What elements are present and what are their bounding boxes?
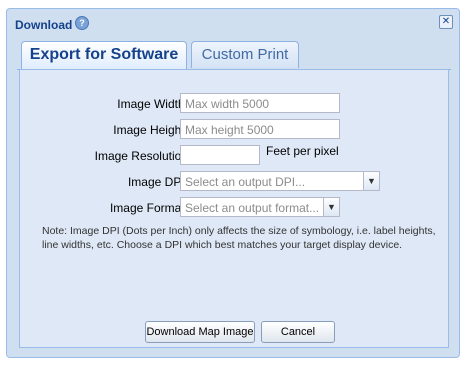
image-format-label: Image Format: — [109, 201, 188, 215]
cancel-button[interactable]: Cancel — [261, 321, 335, 343]
image-height-label: Image Height: — [113, 123, 188, 137]
image-height-input[interactable]: Max height 5000 — [180, 119, 340, 139]
image-resolution-unit: Feet per pixel — [266, 144, 339, 158]
download-dialog: Download ? ✕ Export for Software Custom … — [6, 8, 460, 358]
image-width-label: Image Width: — [117, 97, 188, 111]
image-dpi-select[interactable]: Select an output DPI... ▼ — [180, 171, 380, 191]
tab-custom-print[interactable]: Custom Print — [191, 41, 299, 68]
image-dpi-value: Select an output DPI... — [185, 175, 306, 189]
image-dpi-label: Image DPI: — [127, 175, 188, 189]
chevron-down-icon[interactable]: ▼ — [363, 172, 379, 190]
help-icon[interactable]: ? — [75, 16, 89, 30]
chevron-down-icon[interactable]: ▼ — [323, 198, 339, 216]
image-width-input[interactable]: Max width 5000 — [180, 93, 340, 113]
dialog-title: Download — [15, 18, 73, 32]
image-resolution-label: Image Resolution — [94, 149, 188, 163]
image-format-row: Image Format: Select an output format...… — [20, 197, 450, 219]
image-width-row: Image Width: Max width 5000 — [20, 93, 450, 115]
export-panel: Image Width: Max width 5000 Image Height… — [19, 69, 449, 348]
image-resolution-row: Image Resolution Feet per pixel — [20, 144, 450, 167]
image-dpi-row: Image DPI: Select an output DPI... ▼ — [20, 171, 450, 193]
image-format-select[interactable]: Select an output format... ▼ — [180, 197, 340, 217]
dialog-titlebar[interactable]: Download ? ✕ — [7, 9, 459, 37]
dpi-note: Note: Image DPI (Dots per Inch) only aff… — [42, 225, 436, 251]
tab-export-for-software[interactable]: Export for Software — [21, 41, 187, 70]
image-format-value: Select an output format... — [185, 201, 320, 215]
download-map-image-button[interactable]: Download Map Image — [145, 321, 255, 343]
close-icon[interactable]: ✕ — [439, 15, 453, 29]
tab-bar: Export for Software Custom Print — [17, 41, 451, 70]
image-resolution-input[interactable] — [180, 145, 260, 165]
image-height-row: Image Height: Max height 5000 — [20, 119, 450, 141]
